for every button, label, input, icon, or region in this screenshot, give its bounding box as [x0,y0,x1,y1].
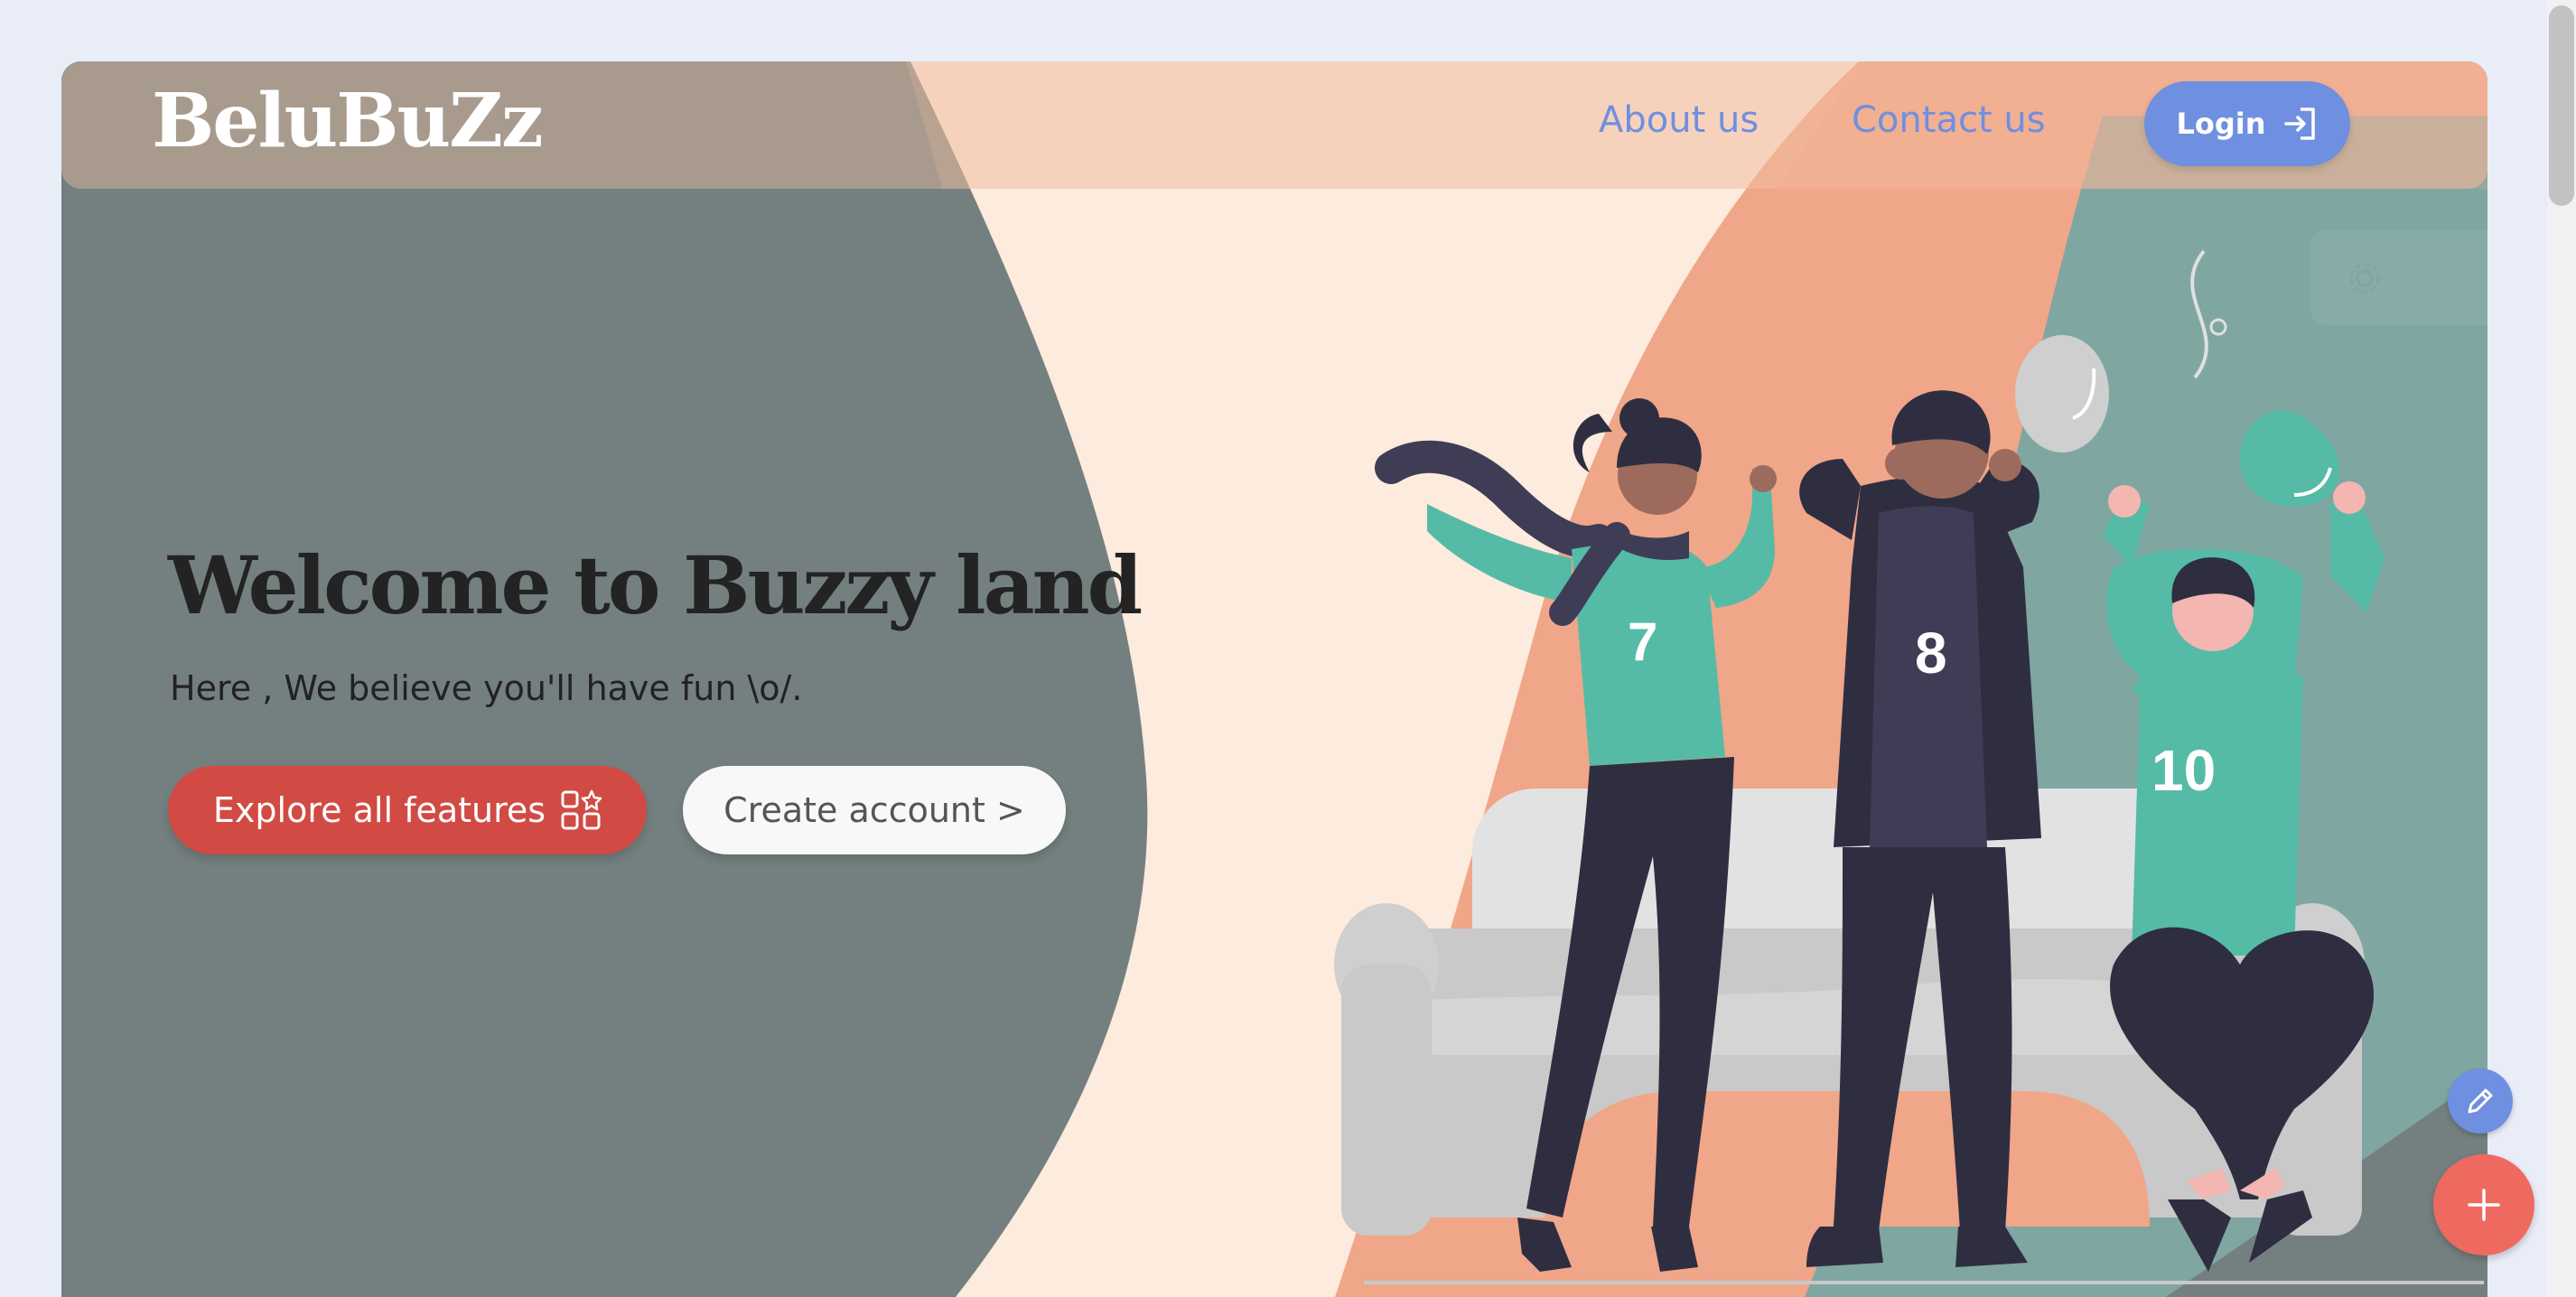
explore-button-label: Explore all features [212,790,546,830]
plus-icon [2468,1189,2500,1221]
login-arrow-icon [2283,107,2315,140]
illustration-art [1334,249,2484,1284]
hero-title: Welcome to Buzzy land [168,538,1143,632]
nav-about-link[interactable]: About us [1599,99,1759,141]
friends-celebrating-illustration: 7 8 10 [1301,188,2487,1297]
gear-icon[interactable] [2347,260,2383,296]
page-frame: BeluBuZz About us Contact us Login Welco… [61,61,2487,1297]
jersey-number-10: 10 [2151,738,2217,803]
brand-logo[interactable]: BeluBuZz [152,78,544,164]
nav-contact-link[interactable]: Contact us [1852,99,2046,141]
pencil-icon [2468,1088,2493,1114]
login-button[interactable]: Login [2144,81,2350,166]
balloons [2015,249,2339,507]
top-navbar: BeluBuZz About us Contact us Login [61,61,2487,189]
jersey-number-8: 8 [1915,621,1947,686]
add-fab-button[interactable] [2433,1154,2534,1255]
login-button-label: Login [2176,107,2266,141]
faded-settings-panel[interactable] [2310,229,2525,325]
hero-subtitle: Here , We believe you'll have fun \o/. [170,668,803,708]
create-account-button[interactable]: Create account > [683,766,1066,854]
explore-features-button[interactable]: Explore all features [168,766,647,854]
scrollbar-thumb[interactable] [2549,5,2574,206]
grid-star-icon [561,789,602,830]
jersey-number-7: 7 [1628,611,1658,672]
edit-fab-button[interactable] [2448,1068,2513,1134]
